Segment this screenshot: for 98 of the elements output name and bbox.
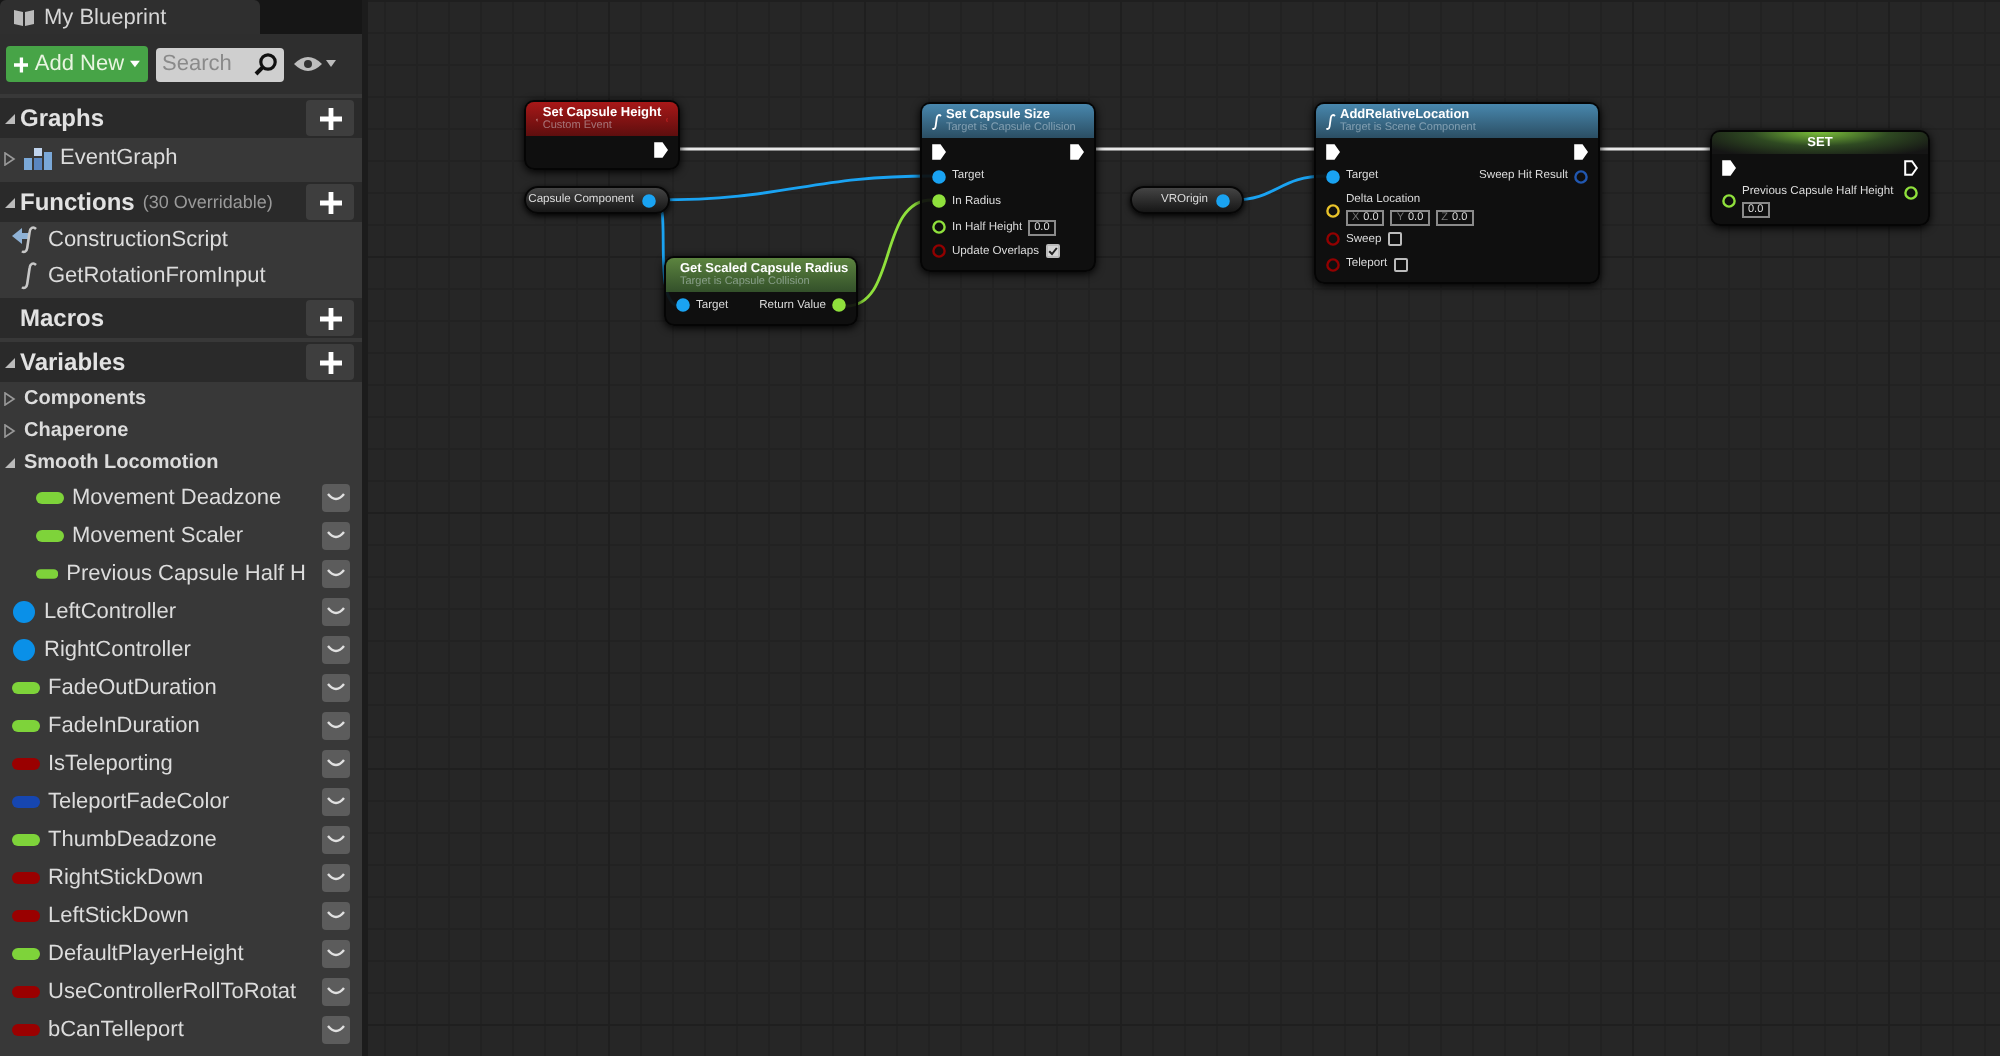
exec-wire (1600, 147, 1712, 151)
exec-pin-icon[interactable] (932, 144, 946, 160)
closed-eye-icon (326, 871, 346, 883)
closed-eye-icon (326, 529, 346, 541)
graph-icon (24, 147, 52, 169)
closed-eye-icon (326, 681, 346, 693)
plus-icon (319, 307, 341, 329)
add-button[interactable] (306, 300, 354, 336)
exec-pin-icon[interactable] (1904, 160, 1918, 176)
expand-arrow-icon[interactable] (4, 151, 16, 165)
arrow-function-icon (12, 226, 40, 254)
closed-eye-icon (326, 947, 346, 959)
variable-item[interactable]: UseControllerRollToRotat (0, 972, 362, 1010)
variable-item[interactable]: RightController (0, 630, 362, 668)
function-icon (932, 113, 942, 129)
closed-eye-icon (326, 757, 346, 769)
visibility-toggle[interactable] (322, 521, 350, 549)
section-header[interactable]: Variables (0, 342, 362, 382)
section-header[interactable]: Functions (30 Overridable) (0, 182, 362, 222)
visibility-toggle[interactable] (322, 711, 350, 739)
visibility-toggle[interactable] (322, 749, 350, 777)
visibility-toggle[interactable] (322, 977, 350, 1005)
variable-item[interactable]: LeftController (0, 592, 362, 630)
variable-item[interactable]: Movement Deadzone (0, 478, 362, 516)
section-header[interactable]: Macros (0, 298, 362, 338)
function-icon (1326, 113, 1336, 129)
variable-item[interactable]: Movement Scaler (0, 516, 362, 554)
exec-pin-icon[interactable] (654, 142, 668, 158)
add-button[interactable] (306, 100, 354, 136)
visibility-toggle[interactable] (322, 483, 350, 511)
visibility-toggle[interactable] (322, 901, 350, 929)
function-item[interactable]: ConstructionScript (0, 222, 362, 258)
collapse-arrow-icon[interactable] (4, 355, 16, 369)
visibility-toggle[interactable] (322, 863, 350, 891)
expand-arrow-icon[interactable] (4, 391, 16, 405)
section-header[interactable]: Graphs (0, 98, 362, 138)
graph-item[interactable]: EventGraph (0, 138, 362, 178)
checkbox[interactable] (1045, 244, 1059, 258)
panel-tab[interactable]: My Blueprint (0, 0, 260, 34)
category-item[interactable]: Smooth Locomotion (0, 446, 362, 478)
search-icon (254, 51, 278, 75)
plus-icon (319, 107, 341, 129)
variable-item[interactable]: ThumbDeadzone (0, 820, 362, 858)
checkbox[interactable] (1387, 232, 1402, 246)
exec-pin-icon[interactable] (1722, 160, 1736, 176)
visibility-toggle[interactable] (322, 939, 350, 967)
closed-eye-icon (326, 1023, 346, 1035)
variable-item[interactable]: LeftStickDown (0, 896, 362, 934)
closed-eye-icon (326, 833, 346, 845)
visibility-toggle[interactable] (322, 597, 350, 625)
function-item[interactable]: GetRotationFromInput (0, 258, 362, 294)
exec-pin-icon[interactable] (1070, 144, 1084, 160)
eye-icon[interactable] (292, 54, 336, 74)
search-field[interactable]: Search (156, 47, 284, 81)
visibility-toggle[interactable] (322, 787, 350, 815)
category-item[interactable]: Chaperone (0, 414, 362, 446)
add-button[interactable] (306, 344, 354, 380)
closed-eye-icon (326, 643, 346, 655)
pin-icon[interactable] (642, 193, 656, 207)
variable-item[interactable]: IsTeleporting (0, 744, 362, 782)
closed-eye-icon (326, 567, 346, 579)
pin-icon[interactable] (932, 169, 946, 183)
closed-eye-icon (326, 985, 346, 997)
visibility-toggle[interactable] (322, 1015, 350, 1043)
category-item[interactable]: Components (0, 382, 362, 414)
visibility-toggle[interactable] (322, 635, 350, 663)
checkbox[interactable] (1393, 257, 1408, 271)
variable-item[interactable]: TeleportFadeColor (0, 782, 362, 820)
variable-item[interactable]: FadeInDuration (0, 706, 362, 744)
variable-item[interactable]: DefaultPlayerHeight (0, 934, 362, 972)
closed-eye-icon (326, 795, 346, 807)
pin-icon[interactable] (1326, 169, 1340, 183)
exec-pin-icon[interactable] (1574, 144, 1588, 160)
closed-eye-icon (326, 909, 346, 921)
book-icon (14, 8, 34, 26)
caret-icon (130, 60, 140, 68)
visibility-toggle[interactable] (322, 673, 350, 701)
pin-icon[interactable] (1216, 193, 1230, 207)
section-note: (30 Overridable) (142, 192, 273, 212)
expand-arrow-icon[interactable] (4, 423, 16, 437)
variable-item[interactable]: FadeOutDuration (0, 668, 362, 706)
closed-eye-icon (326, 719, 346, 731)
collapse-arrow-icon[interactable] (4, 455, 16, 469)
closed-eye-icon (326, 491, 346, 503)
variable-item[interactable]: RightStickDown (0, 858, 362, 896)
variable-item[interactable]: Previous Capsule Half H (0, 554, 362, 592)
add-button[interactable] (306, 184, 354, 220)
collapse-arrow-icon[interactable] (4, 111, 16, 125)
plus-icon (319, 191, 341, 213)
visibility-toggle[interactable] (322, 825, 350, 853)
variable-item[interactable]: bCanTelleport (0, 1010, 362, 1048)
plus-icon (319, 351, 341, 373)
exec-pin-icon[interactable] (1326, 144, 1340, 160)
closed-eye-icon (326, 605, 346, 617)
pin-icon[interactable] (676, 298, 690, 312)
plus-icon (14, 55, 29, 73)
visibility-toggle[interactable] (322, 559, 350, 587)
collapse-arrow-icon[interactable] (4, 195, 16, 209)
